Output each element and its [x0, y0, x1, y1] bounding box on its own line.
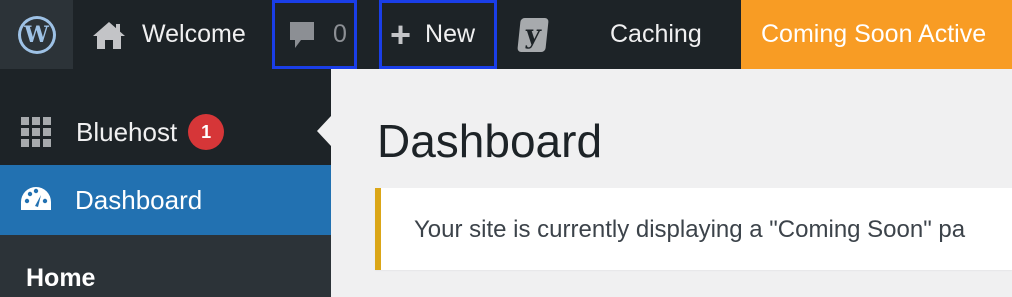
plus-icon: + — [390, 13, 412, 55]
comment-bubble-icon — [290, 21, 314, 48]
new-content-menu[interactable]: + New — [379, 0, 497, 69]
sidebar-item-label: Bluehost — [76, 116, 178, 147]
page-title: Dashboard — [377, 115, 603, 167]
home-icon — [93, 21, 125, 49]
comment-count: 0 — [333, 20, 347, 48]
yoast-menu[interactable]: y — [517, 0, 549, 69]
sidebar-item-label: Dashboard — [75, 184, 203, 215]
comments-menu[interactable]: 0 — [272, 0, 357, 69]
dashboard-gauge-icon — [21, 187, 51, 210]
coming-soon-status[interactable]: Coming Soon Active — [741, 0, 1012, 69]
wordpress-menu[interactable]: W — [0, 0, 73, 69]
notification-badge: 1 — [188, 114, 225, 150]
submenu-item-label: Home — [26, 264, 96, 292]
wordpress-logo-icon: W — [17, 15, 56, 54]
coming-soon-label: Coming Soon Active — [761, 20, 987, 48]
caching-menu[interactable]: Caching — [610, 0, 702, 69]
site-name-menu[interactable]: Welcome — [92, 0, 246, 69]
new-label: New — [425, 20, 476, 48]
admin-sidebar: Bluehost 1 Dashboard Home — [0, 69, 331, 297]
yoast-icon: y — [517, 17, 549, 52]
coming-soon-notice: Your site is currently displaying a "Com… — [375, 188, 1012, 270]
notice-text: Your site is currently displaying a "Com… — [414, 216, 966, 243]
site-name-label: Welcome — [142, 20, 246, 48]
sidebar-item-dashboard[interactable]: Dashboard — [0, 165, 331, 235]
grid-icon — [21, 117, 51, 147]
submenu-item-home[interactable]: Home — [0, 235, 331, 297]
caching-label: Caching — [610, 20, 702, 48]
admin-bar: W Welcome 0 + New y Caching Coming Soon … — [0, 0, 1012, 69]
active-menu-arrow — [317, 116, 331, 146]
sidebar-item-bluehost[interactable]: Bluehost 1 — [0, 96, 331, 168]
